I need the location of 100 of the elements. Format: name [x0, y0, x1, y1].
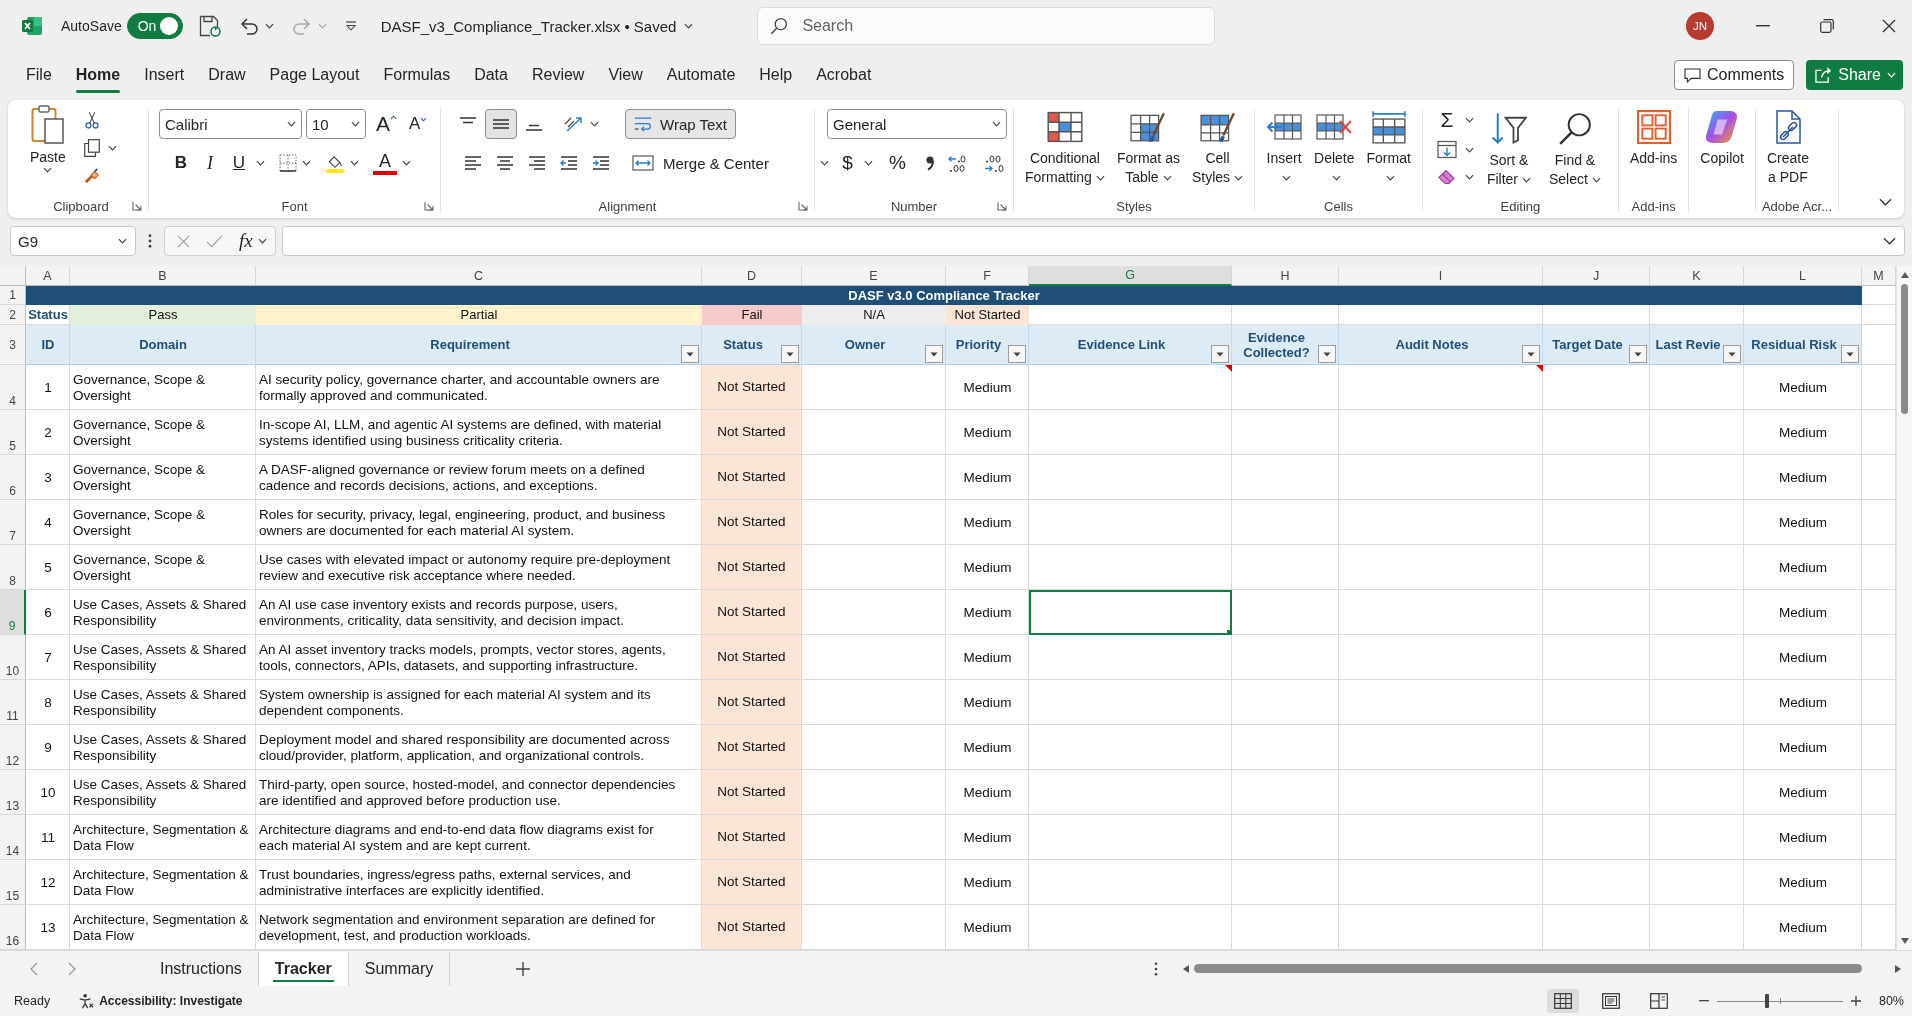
- sheet-tab[interactable]: Summary: [348, 951, 451, 986]
- create-pdf-button[interactable]: Create a PDF: [1761, 106, 1814, 196]
- filter-dropdown-icon[interactable]: [1629, 345, 1647, 363]
- caret-icon[interactable]: [1464, 173, 1474, 180]
- font-color-button[interactable]: A: [373, 151, 397, 175]
- number-format-field[interactable]: General: [827, 109, 1007, 139]
- scroll-up-icon[interactable]: [1900, 272, 1909, 278]
- menu-tab[interactable]: Review: [519, 52, 597, 98]
- share-button[interactable]: Share: [1806, 60, 1903, 90]
- autosum-button[interactable]: Σ: [1436, 108, 1457, 132]
- caret-icon[interactable]: [256, 160, 265, 166]
- underline-button[interactable]: U: [227, 150, 251, 176]
- account-avatar[interactable]: JN: [1686, 12, 1714, 40]
- zoom-percentage[interactable]: 80%: [1878, 994, 1904, 1008]
- zoom-in-icon[interactable]: [1850, 996, 1861, 1006]
- add-sheet-icon[interactable]: [516, 961, 531, 976]
- close-icon[interactable]: [1882, 19, 1896, 33]
- filter-dropdown-icon[interactable]: [781, 345, 799, 363]
- paintbrush-icon[interactable]: [83, 167, 100, 185]
- wrap-text-button[interactable]: Wrap Text: [625, 109, 736, 139]
- scroll-down-icon[interactable]: [1900, 938, 1909, 944]
- name-box[interactable]: G9: [10, 226, 136, 256]
- bold-button[interactable]: B: [169, 150, 193, 176]
- next-sheet-icon[interactable]: [68, 961, 76, 976]
- caret-icon[interactable]: [864, 160, 873, 166]
- sheet-tab[interactable]: Instructions: [144, 951, 259, 986]
- menu-tab[interactable]: Page Layout: [257, 52, 372, 98]
- undo-icon[interactable]: [238, 17, 259, 35]
- scrollbar-thumb[interactable]: [1901, 284, 1908, 414]
- menu-tab[interactable]: Insert: [132, 52, 197, 98]
- grow-font-button[interactable]: A: [376, 112, 397, 136]
- comma-style-icon[interactable]: [925, 155, 935, 171]
- caret-icon[interactable]: [302, 160, 311, 166]
- fill-color-icon[interactable]: [325, 153, 345, 173]
- decrease-decimal-icon[interactable]: [983, 153, 1007, 173]
- format-as-table-button[interactable]: Format as Table: [1111, 106, 1185, 196]
- font-name-field[interactable]: Calibri: [159, 109, 302, 139]
- caret-icon[interactable]: [264, 23, 274, 29]
- font-size-field[interactable]: 10: [306, 109, 366, 139]
- find-select-button[interactable]: Find & Select: [1544, 108, 1606, 196]
- percent-button[interactable]: %: [887, 150, 908, 176]
- accessibility-button[interactable]: Accessibility: Investigate: [78, 993, 243, 1009]
- chevron-down-icon[interactable]: [1879, 198, 1892, 206]
- dialog-launcher-icon[interactable]: [798, 201, 808, 211]
- insert-function-button[interactable]: fx: [239, 230, 267, 252]
- dialog-launcher-icon[interactable]: [132, 201, 142, 211]
- filter-dropdown-icon[interactable]: [1318, 345, 1336, 363]
- currency-button[interactable]: $: [837, 150, 858, 176]
- document-title[interactable]: DASF_v3_Compliance_Tracker.xlsx • Saved: [380, 17, 694, 35]
- vertical-scrollbar[interactable]: [1896, 266, 1912, 950]
- scroll-left-icon[interactable]: [1183, 964, 1189, 973]
- menu-tab[interactable]: File: [14, 52, 64, 98]
- menu-tab[interactable]: Help: [747, 52, 805, 98]
- more-options-icon[interactable]: [1154, 961, 1158, 976]
- conditional-formatting-button[interactable]: Conditional Formatting: [1020, 106, 1110, 196]
- caret-icon[interactable]: [1464, 117, 1474, 123]
- caret-icon[interactable]: [590, 121, 599, 127]
- comments-button[interactable]: Comments: [1673, 60, 1795, 90]
- align-left-icon[interactable]: [464, 156, 482, 170]
- caret-icon[interactable]: [107, 145, 117, 151]
- italic-button[interactable]: I: [198, 150, 222, 176]
- caret-icon[interactable]: [350, 160, 359, 166]
- formula-input[interactable]: [281, 226, 1905, 256]
- customize-toolbar-icon[interactable]: [344, 21, 357, 31]
- search-field[interactable]: Search: [757, 7, 1216, 45]
- caret-icon[interactable]: [402, 160, 411, 166]
- decrease-indent-icon[interactable]: [560, 156, 578, 170]
- cell-styles-button[interactable]: Cell Styles: [1186, 106, 1249, 196]
- menu-tab[interactable]: Formulas: [371, 52, 463, 98]
- align-center-icon[interactable]: [496, 156, 514, 170]
- filter-dropdown-icon[interactable]: [1522, 345, 1540, 363]
- restore-icon[interactable]: [1820, 19, 1834, 33]
- menu-tab[interactable]: Data: [462, 52, 520, 98]
- menu-tab[interactable]: Acrobat: [804, 52, 884, 98]
- paste-button[interactable]: Paste: [26, 105, 70, 196]
- filter-dropdown-icon[interactable]: [681, 345, 699, 363]
- scroll-right-icon[interactable]: [1895, 964, 1901, 973]
- page-break-icon[interactable]: [1649, 993, 1668, 1009]
- copy-icon[interactable]: [83, 139, 100, 157]
- save-icon[interactable]: [198, 15, 221, 37]
- merge-center-button[interactable]: Merge & Center: [628, 148, 833, 178]
- scrollbar-thumb[interactable]: [1194, 964, 1863, 973]
- menu-tab[interactable]: Automate: [654, 52, 748, 98]
- scissors-icon[interactable]: [83, 111, 100, 129]
- delete-button[interactable]: Delete: [1309, 106, 1360, 196]
- check-icon[interactable]: [206, 234, 223, 248]
- copilot-button[interactable]: Copilot: [1695, 106, 1749, 196]
- previous-sheet-icon[interactable]: [30, 961, 38, 976]
- increase-indent-icon[interactable]: [592, 156, 610, 170]
- expand-chevron-icon[interactable]: [1883, 237, 1896, 245]
- autosave-toggle[interactable]: On: [126, 13, 183, 39]
- filter-dropdown-icon[interactable]: [925, 345, 943, 363]
- align-right-icon[interactable]: [528, 156, 546, 170]
- format-button[interactable]: Format: [1361, 106, 1416, 196]
- filter-dropdown-icon[interactable]: [1008, 345, 1026, 363]
- align-middle-icon[interactable]: [485, 109, 517, 139]
- sort-filter-button[interactable]: Sort & Filter: [1481, 108, 1536, 196]
- filter-dropdown-icon[interactable]: [1841, 345, 1859, 363]
- menu-tab[interactable]: Draw: [196, 52, 258, 98]
- add-ins-button[interactable]: Add-ins: [1624, 106, 1683, 196]
